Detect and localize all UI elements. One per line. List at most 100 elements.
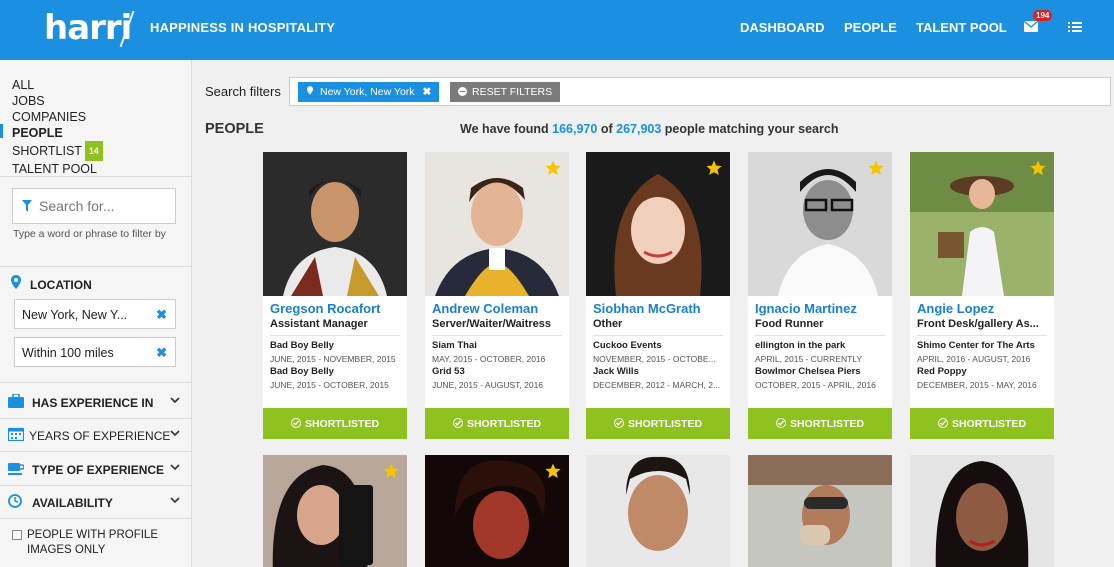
- shortlisted-button[interactable]: SHORTLISTED: [425, 408, 569, 439]
- active-indicator: [0, 124, 3, 138]
- active-filter-tag[interactable]: New York, New York ✖: [298, 82, 440, 102]
- star-icon[interactable]: [545, 463, 561, 479]
- filter-label: TYPE OF EXPERIENCE: [32, 463, 165, 477]
- person-card[interactable]: Gregson Rocafort Assistant Manager Bad Boy…: [263, 152, 407, 439]
- person-card[interactable]: [748, 455, 892, 567]
- star-icon[interactable]: [383, 463, 399, 479]
- shortlisted-button[interactable]: SHORTLISTED: [910, 408, 1054, 439]
- divider: [0, 382, 192, 383]
- search-box: [12, 188, 176, 224]
- person-card[interactable]: [263, 455, 407, 567]
- check-circle-icon: [613, 418, 624, 428]
- check-circle-icon: [290, 418, 301, 428]
- chevron-down-icon: [170, 397, 180, 404]
- experience-dates: APRIL, 2016 - AUGUST, 2016: [917, 354, 1031, 364]
- tagline: HAPPINESS IN HOSPITALITY: [150, 20, 336, 35]
- person-card[interactable]: Angie Lopez Front Desk/gallery As... Shimo…: [910, 152, 1054, 439]
- person-card[interactable]: Siobhan McGrath Other Cuckoo Events NOVEMBE…: [586, 152, 730, 439]
- experience-company: Red Poppy: [917, 366, 967, 377]
- divider: [0, 266, 192, 267]
- sidebar-item-jobs[interactable]: JOBS: [12, 93, 103, 109]
- check-circle-icon: [775, 418, 786, 428]
- list-menu-icon[interactable]: [1068, 21, 1082, 33]
- experience-dates: DECEMBER, 2012 - MARCH, 2...: [593, 380, 721, 390]
- person-name[interactable]: Siobhan McGrath: [593, 301, 701, 316]
- results-summary: We have found 166,970 of 267,903 people …: [460, 122, 838, 136]
- check-circle-icon: [937, 418, 948, 428]
- person-role: Assistant Manager: [270, 318, 368, 330]
- experience-dates: JUNE, 2015 - AUGUST, 2016: [432, 380, 544, 390]
- sidebar-item-all[interactable]: ALL: [12, 77, 103, 93]
- chevron-down-icon: [170, 430, 180, 437]
- sidebar-item-people[interactable]: PEOPLE: [12, 125, 103, 141]
- radius-field[interactable]: Within 100 miles ✖: [14, 337, 176, 367]
- filter-availability[interactable]: AVAILABILITY: [0, 485, 192, 518]
- mail-icon[interactable]: [1024, 21, 1038, 32]
- person-card[interactable]: [586, 455, 730, 567]
- location-field[interactable]: New York, New Y... ✖: [14, 299, 176, 329]
- shortlisted-button[interactable]: SHORTLISTED: [748, 408, 892, 439]
- shortlisted-label: SHORTLISTED: [304, 418, 380, 430]
- profile-images-filter[interactable]: PEOPLE WITH PROFILE IMAGES ONLY: [12, 528, 182, 558]
- clear-radius-icon[interactable]: ✖: [156, 345, 167, 361]
- experience-company: Jack Wills: [593, 366, 639, 377]
- clear-location-icon[interactable]: ✖: [156, 307, 167, 323]
- results-prefix: We have found: [460, 122, 549, 136]
- experience-dates: OCTOBER, 2015 - APRIL, 2016: [755, 380, 876, 390]
- filter-funnel-icon: [22, 200, 32, 212]
- filter-label: YEARS OF EXPERIENCE: [29, 429, 171, 443]
- person-name[interactable]: Angie Lopez: [917, 301, 994, 316]
- shortlisted-label: SHORTLISTED: [951, 418, 1027, 430]
- filter-years-experience[interactable]: YEARS OF EXPERIENCE: [0, 418, 192, 451]
- experience-dates: JUNE, 2015 - OCTOBER, 2015: [270, 380, 389, 390]
- person-name[interactable]: Andrew Coleman: [432, 301, 538, 316]
- star-icon[interactable]: [545, 160, 561, 176]
- nav-talent-pool[interactable]: TALENT POOL: [916, 20, 1007, 35]
- experience-company: Grid 53: [432, 366, 465, 377]
- shortlisted-button[interactable]: SHORTLISTED: [586, 408, 730, 439]
- results-total-count: 267,903: [616, 122, 662, 136]
- shortlisted-label: SHORTLISTED: [789, 418, 865, 430]
- chevron-down-icon: [170, 497, 180, 504]
- sidebar-item-companies[interactable]: COMPANIES: [12, 109, 103, 125]
- remove-filter-icon[interactable]: ✖: [422, 86, 431, 98]
- person-card[interactable]: Ignacio Martinez Food Runner ellington in …: [748, 152, 892, 439]
- harri-logo[interactable]: harri: [44, 8, 132, 48]
- experience-company: Bad Boy Belly: [270, 340, 334, 351]
- shortlist-label: SHORTLIST: [12, 144, 82, 158]
- divider: [0, 176, 192, 177]
- search-hint: Type a word or phrase to filter by: [13, 228, 166, 240]
- profile-photo[interactable]: [263, 152, 407, 296]
- experience-dates: APRIL, 2015 - CURRENTLY: [755, 354, 863, 364]
- profile-images-checkbox[interactable]: [12, 530, 22, 540]
- divider: [917, 335, 1047, 336]
- results-suffix: people matching your search: [664, 122, 839, 136]
- person-card[interactable]: [425, 455, 569, 567]
- nav-people[interactable]: PEOPLE: [844, 20, 897, 35]
- star-icon[interactable]: [1030, 160, 1046, 176]
- nav-dashboard[interactable]: DASHBOARD: [740, 20, 825, 35]
- top-header: harri HAPPINESS IN HOSPITALITY DASHBOARD…: [0, 0, 1114, 60]
- filter-type-experience[interactable]: TYPE OF EXPERIENCE: [0, 452, 192, 485]
- person-card[interactable]: Andrew Coleman Server/Waiter/Waitress Siam…: [425, 152, 569, 439]
- experience-dates: MAY, 2015 - OCTOBER, 2016: [432, 354, 546, 364]
- filter-label: AVAILABILITY: [32, 496, 113, 510]
- briefcase-icon: [8, 394, 24, 408]
- person-role: Front Desk/gallery As...: [917, 318, 1039, 330]
- experience-company: Cuckoo Events: [593, 340, 662, 351]
- profile-images-label: PEOPLE WITH PROFILE IMAGES ONLY: [27, 529, 158, 556]
- sidebar-item-shortlist[interactable]: SHORTLIST 14: [12, 141, 103, 161]
- star-icon[interactable]: [868, 160, 884, 176]
- filter-has-experience[interactable]: HAS EXPERIENCE IN: [0, 385, 192, 418]
- reset-filters-button[interactable]: RESET FILTERS: [450, 82, 561, 102]
- experience-company: ellington in the park: [755, 340, 846, 351]
- experience-company: Bad Boy Belly: [270, 366, 334, 377]
- person-card[interactable]: [910, 455, 1054, 567]
- shortlisted-button[interactable]: SHORTLISTED: [263, 408, 407, 439]
- search-input[interactable]: [39, 198, 169, 214]
- shortlist-count-badge: 14: [84, 141, 103, 161]
- person-name[interactable]: Gregson Rocafort: [270, 301, 381, 316]
- sidebar-item-talent-pool[interactable]: TALENT POOL: [12, 161, 103, 177]
- star-icon[interactable]: [706, 160, 722, 176]
- person-name[interactable]: Ignacio Martinez: [755, 301, 857, 316]
